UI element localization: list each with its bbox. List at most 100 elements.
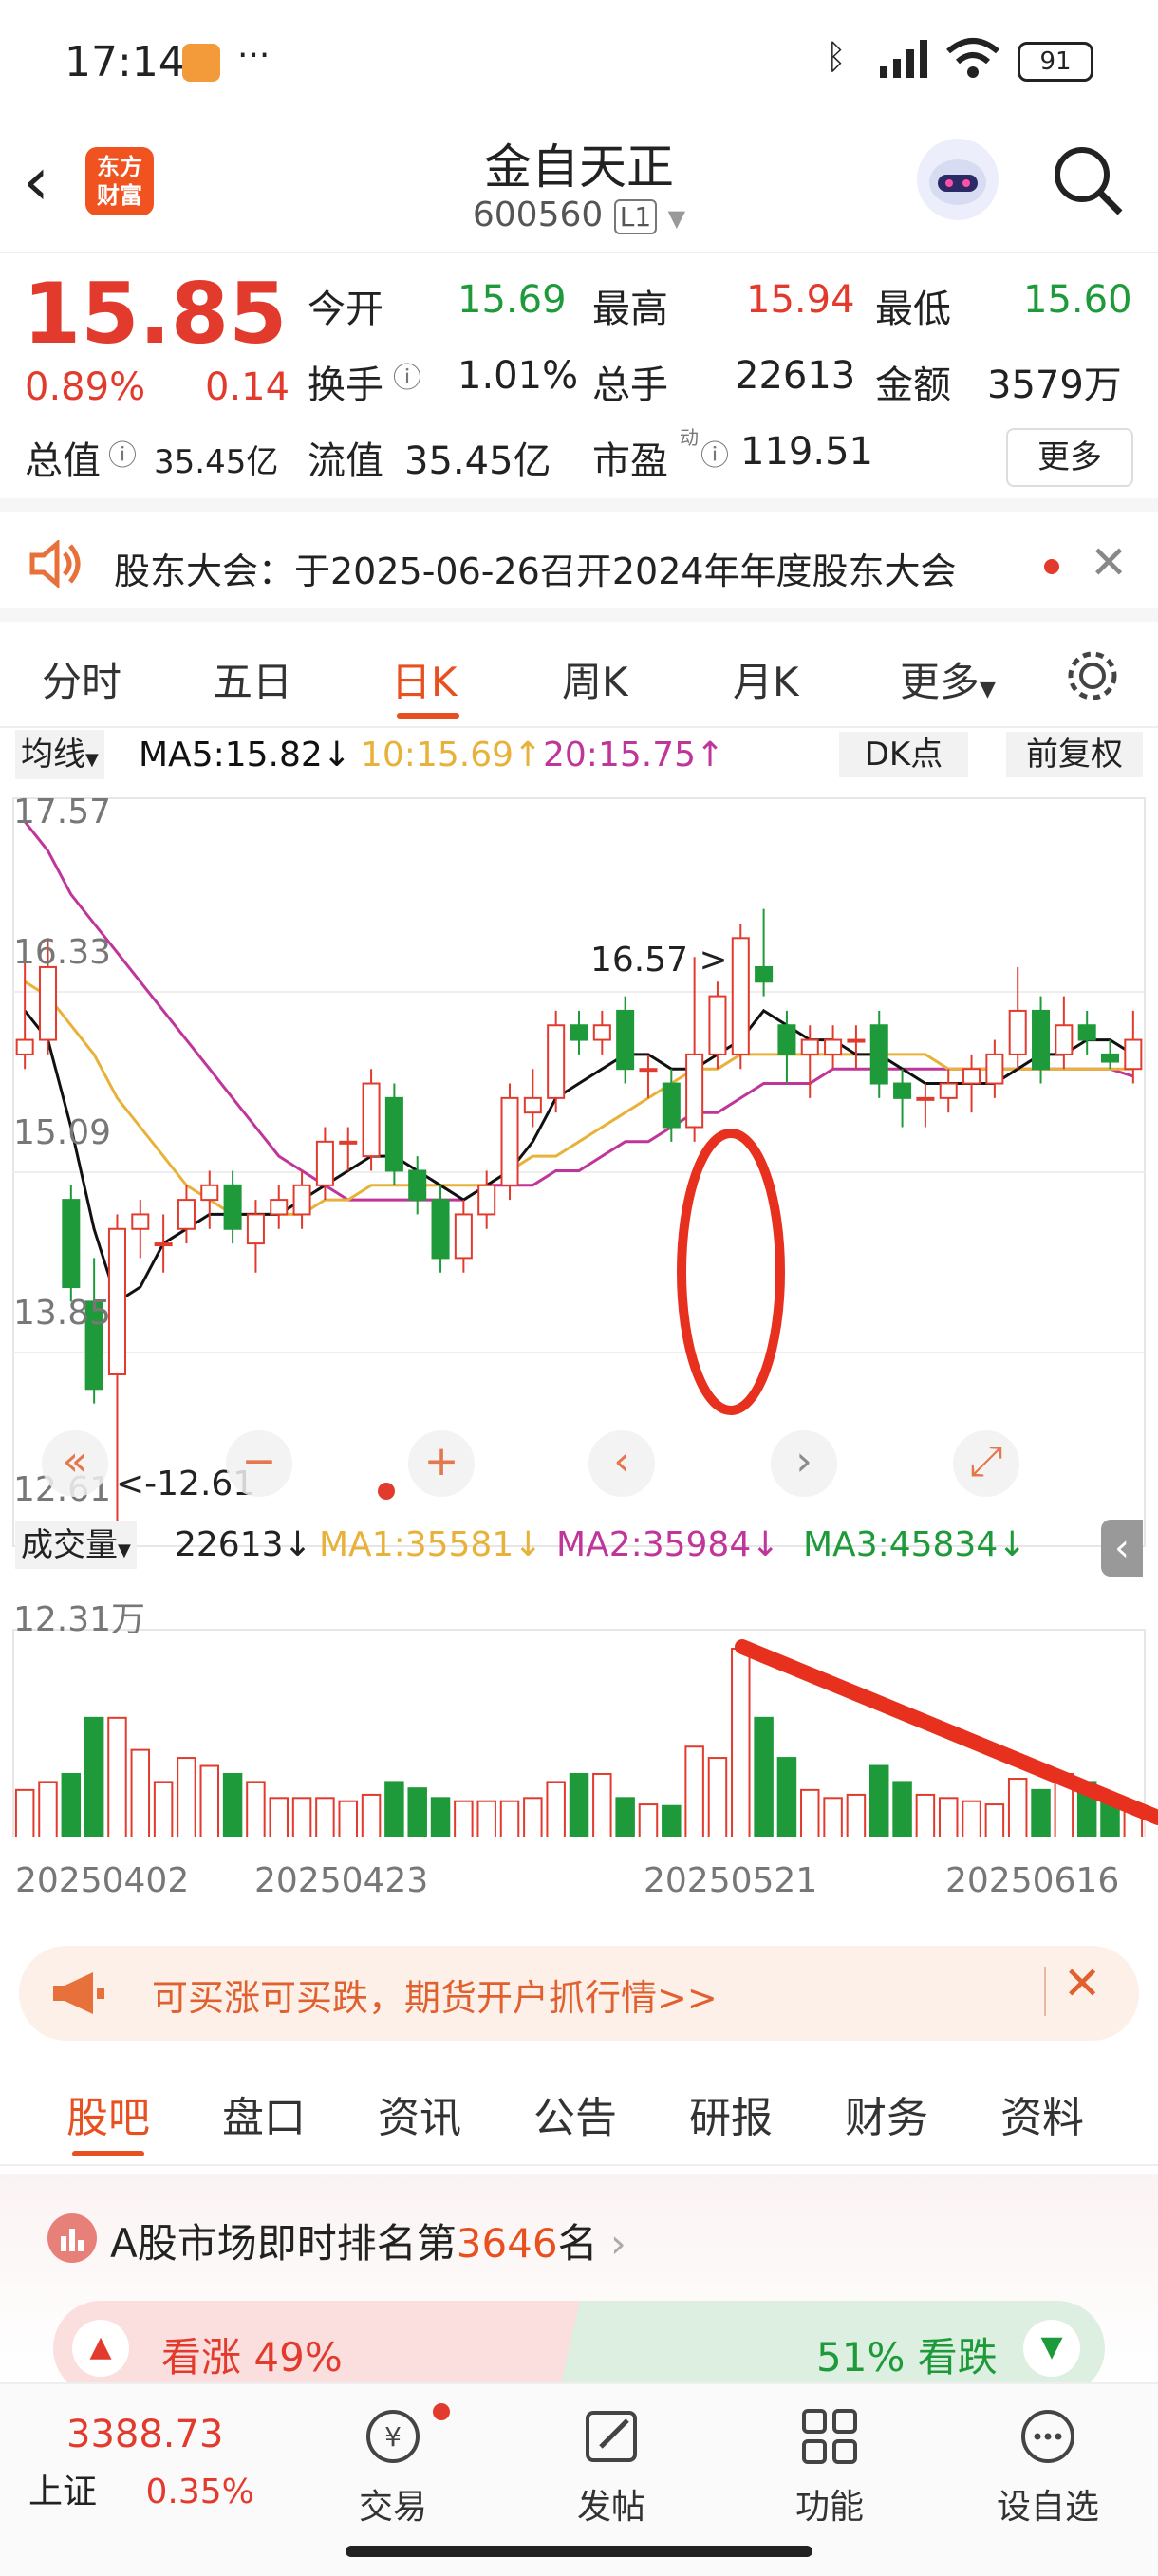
robot-assistant-icon[interactable] <box>917 139 999 220</box>
ma20-value: 20:15.75↑ <box>543 736 725 775</box>
close-icon[interactable]: ✕ <box>1090 536 1128 589</box>
ma-selector[interactable]: 均线▼ <box>15 730 104 779</box>
tab-guba[interactable]: 股吧 <box>66 2083 150 2144</box>
open-value: 15.69 <box>458 278 567 322</box>
zoom-in-button[interactable]: + <box>408 1430 475 1497</box>
volume-bar <box>569 1772 589 1837</box>
dk-point-button[interactable]: DK点 <box>839 732 968 777</box>
volume-bar <box>846 1793 867 1837</box>
vote-down-icon[interactable]: ▼ <box>1023 2320 1080 2377</box>
pe-label: 市盈 <box>592 439 668 483</box>
bluetooth-icon: ᛒ <box>826 38 847 77</box>
turnover-value: 1.01% <box>458 354 579 398</box>
tab-daily-k[interactable]: 日K <box>391 650 458 708</box>
rank-number: 3646 <box>456 2220 558 2267</box>
tab-profile[interactable]: 资料 <box>1000 2083 1084 2144</box>
kline-svg[interactable] <box>0 783 1158 1837</box>
megaphone-icon <box>49 1969 106 2018</box>
trade-icon: ¥ <box>366 2410 420 2463</box>
tab-more[interactable]: 更多▼ <box>900 650 996 708</box>
candle-body <box>1055 1024 1074 1055</box>
tab-5day[interactable]: 五日 <box>213 650 292 708</box>
volume-bar <box>707 1757 728 1837</box>
highlight-ellipse <box>677 1129 785 1415</box>
x-date-4: 20250616 <box>945 1861 1120 1900</box>
volume-selector[interactable]: 成交量▼ <box>15 1521 137 1569</box>
volume-bar <box>638 1803 659 1837</box>
search-icon[interactable] <box>1050 142 1126 218</box>
y-tick-1: 17.57 <box>13 793 112 831</box>
scroll-left-button[interactable]: ‹ <box>588 1430 655 1497</box>
index-value: 3388.73 <box>66 2413 224 2456</box>
volume-bar <box>662 1804 682 1837</box>
more-button[interactable]: 更多 <box>1006 428 1133 487</box>
adjust-button[interactable]: 前复权 <box>1006 732 1143 777</box>
volume-bar <box>1031 1788 1051 1837</box>
candle-body <box>154 1242 173 1247</box>
tab-monthly-k[interactable]: 月K <box>733 650 799 708</box>
scroll-left-fast-button[interactable]: « <box>42 1430 108 1497</box>
pe-value: 119.51 <box>740 430 873 474</box>
candle-body <box>408 1169 427 1202</box>
candle-body <box>1077 1024 1096 1041</box>
speaker-icon <box>27 538 84 589</box>
ma10-text: 10:15.69 <box>361 736 514 775</box>
vote-up-icon[interactable]: ▲ <box>72 2320 129 2377</box>
volume-value: 22613 <box>735 354 856 398</box>
tab-finance[interactable]: 财务 <box>845 2083 928 2144</box>
volume-bar <box>61 1772 82 1837</box>
index-widget[interactable]: 3388.73 上证 0.35% <box>28 2413 304 2513</box>
volume-bar <box>1007 1778 1028 1837</box>
tab-news[interactable]: 资讯 <box>378 2083 461 2144</box>
volume-max-label: 12.31万 <box>13 1600 146 1639</box>
vol-ma1-text: MA1:35581 <box>319 1525 514 1564</box>
tab-pankou[interactable]: 盘口 <box>222 2083 306 2144</box>
close-icon[interactable]: ✕ <box>1063 1957 1101 2010</box>
candle-body <box>270 1199 289 1216</box>
volume-bar <box>915 1793 936 1837</box>
vol-ma3-text: MA3:45834 <box>803 1525 999 1564</box>
collapse-panel-button[interactable]: ‹ <box>1101 1520 1143 1577</box>
rank-text[interactable]: A股市场即时排名第3646名 › <box>110 2212 626 2269</box>
volume-bar <box>938 1797 959 1837</box>
zoom-out-button[interactable]: − <box>226 1430 292 1497</box>
tab-announcements[interactable]: 公告 <box>533 2083 617 2144</box>
tab-underline <box>397 713 459 719</box>
nav-add-watchlist[interactable]: 设自选 <box>972 2403 1124 2529</box>
candle-body <box>292 1184 311 1216</box>
volume-bar <box>776 1757 797 1837</box>
futures-ad-banner[interactable]: 可买涨可买跌，期货开户抓行情>> ✕ <box>19 1946 1139 2041</box>
y-tick-4: 13.85 <box>13 1294 112 1333</box>
candle-body <box>547 1024 566 1099</box>
settings-gear-icon[interactable] <box>1063 646 1122 705</box>
candle-body <box>223 1184 242 1230</box>
candle-body <box>708 995 727 1055</box>
info-icon[interactable]: ⓘ <box>700 432 729 474</box>
volume-bar <box>800 1788 820 1837</box>
candle-body <box>570 1024 588 1041</box>
status-time: 17:14 <box>65 38 185 86</box>
volume-label: 总手 <box>592 364 668 407</box>
candle-body <box>431 1199 450 1260</box>
nav-post[interactable]: 发帖 <box>535 2403 687 2529</box>
tab-research[interactable]: 研报 <box>689 2083 773 2144</box>
marker-dot <box>378 1483 395 1500</box>
notice-bar[interactable]: 股东大会：于2025-06-26召开2024年年度股东大会 ✕ <box>0 498 1158 622</box>
fullscreen-icon[interactable]: ⤢ <box>953 1430 1019 1497</box>
nav-trade[interactable]: ¥ 交易 <box>317 2403 469 2529</box>
battery-icon: 91 <box>1018 42 1093 82</box>
candle-body <box>477 1184 496 1216</box>
info-icon[interactable]: ⓘ <box>108 432 137 474</box>
nav-functions[interactable]: 功能 <box>754 2403 906 2529</box>
nav-functions-label: 功能 <box>794 2488 864 2527</box>
info-icon[interactable]: ⓘ <box>393 354 421 396</box>
volume-bar <box>592 1772 612 1837</box>
tab-intraday[interactable]: 分时 <box>42 650 121 708</box>
divider <box>1044 1967 1046 2016</box>
quote-panel: 15.85 0.89% 0.14 今开 15.69 最高 15.94 最低 15… <box>0 252 1158 498</box>
candle-body <box>15 1038 34 1055</box>
wifi-icon <box>944 36 1001 80</box>
scroll-right-button[interactable]: › <box>771 1430 837 1497</box>
tab-weekly-k[interactable]: 周K <box>562 650 628 708</box>
volume-bar <box>269 1797 289 1837</box>
